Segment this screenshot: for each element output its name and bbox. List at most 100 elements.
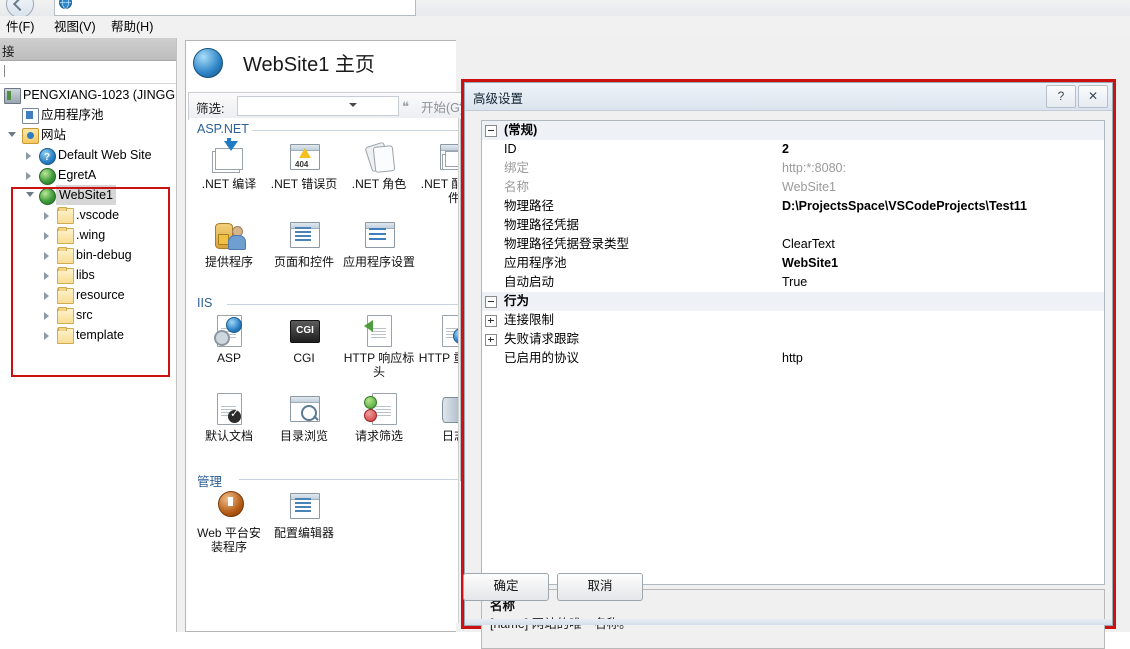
request-filtering-icon: [362, 392, 397, 426]
page-title-text: WebSite1 主页: [243, 54, 375, 76]
close-icon[interactable]: ✕: [1078, 85, 1108, 108]
property-value[interactable]: WebSite1: [782, 178, 836, 197]
tile-request-filtering[interactable]: 请求筛选: [342, 392, 416, 443]
chevron-right-icon[interactable]: [44, 232, 49, 240]
default-document-icon: [212, 392, 246, 426]
chevron-right-icon[interactable]: [44, 312, 49, 320]
filter-input[interactable]: [237, 96, 399, 116]
tile-http-response-headers[interactable]: HTTP 响应标头: [342, 314, 416, 379]
folder-icon: [57, 287, 74, 304]
property-name: 名称: [504, 180, 530, 194]
tree-item-sites[interactable]: 网站: [0, 125, 176, 145]
server-icon: [4, 88, 21, 104]
tile-configuration-editor[interactable]: 配置编辑器: [267, 489, 341, 540]
tile-web-platform-installer[interactable]: Web 平台安装程序: [192, 489, 266, 554]
tile-pages-controls[interactable]: 页面和控件: [267, 218, 341, 269]
plus-expander-icon[interactable]: [485, 315, 497, 327]
dialog-footer-strip: [465, 619, 1112, 625]
property-value[interactable]: True: [782, 273, 807, 292]
menu-item-help[interactable]: 帮助(H): [105, 19, 159, 36]
connections-tree[interactable]: PENGXIANG-1023 (JINGGE 应用程序池 网站 Default …: [0, 85, 176, 630]
chevron-right-icon[interactable]: [44, 292, 49, 300]
tile-app-settings[interactable]: 应用程序设置: [342, 218, 416, 269]
property-row-name[interactable]: 名称 WebSite1: [482, 178, 1104, 197]
tile-providers[interactable]: 提供程序: [192, 218, 266, 269]
sites-folder-icon: [22, 128, 39, 144]
tile-label: CGI: [293, 351, 315, 365]
property-row-enabled-protocols[interactable]: 已启用的协议 http: [482, 349, 1104, 368]
property-row-physical-path[interactable]: 物理路径 D:\ProjectsSpace\VSCodeProjects\Tes…: [482, 197, 1104, 216]
property-value[interactable]: D:\ProjectsSpace\VSCodeProjects\Test11: [782, 197, 1027, 216]
tree-item-website1[interactable]: WebSite1: [0, 185, 176, 205]
tree-item-server[interactable]: PENGXIANG-1023 (JINGGE: [0, 85, 176, 105]
chevron-down-icon[interactable]: [26, 192, 34, 197]
property-value[interactable]: WebSite1: [782, 254, 838, 273]
tile-directory-browsing[interactable]: 目录浏览: [267, 392, 341, 443]
window-chrome-strip: [0, 0, 1130, 18]
tree-item-app-pools[interactable]: 应用程序池: [0, 105, 176, 125]
tile-label: ASP: [216, 351, 241, 365]
menu-bar: 件(F) 视图(V) 帮助(H): [0, 16, 1130, 39]
menu-item-view[interactable]: 视图(V): [48, 19, 102, 36]
property-value[interactable]: 2: [782, 140, 789, 159]
chevron-right-icon[interactable]: [26, 152, 31, 160]
tree-item-libs[interactable]: libs: [0, 265, 176, 285]
tree-item-vscode[interactable]: .vscode: [0, 205, 176, 225]
property-row-failed-request-tracing[interactable]: 失败请求跟踪: [482, 330, 1104, 349]
tile-cgi[interactable]: CGI CGI: [267, 314, 341, 365]
minus-expander-icon[interactable]: [485, 296, 497, 308]
chevron-down-icon[interactable]: [8, 132, 16, 137]
tree-item-default-web-site[interactable]: Default Web Site: [0, 145, 176, 168]
tree-item-bin-debug[interactable]: bin-debug: [0, 245, 176, 265]
tile-net-error-page[interactable]: 404 .NET 错误页: [267, 140, 341, 191]
tree-item-egreta[interactable]: EgretA: [0, 165, 176, 185]
property-row-physical-path-credentials[interactable]: 物理路径凭据: [482, 216, 1104, 235]
ok-button[interactable]: 确定: [463, 573, 549, 601]
property-category-behavior[interactable]: 行为: [482, 292, 1104, 311]
connections-search[interactable]: [0, 61, 176, 84]
property-row-id[interactable]: ID 2: [482, 140, 1104, 159]
go-button[interactable]: 开始(G): [421, 97, 464, 116]
plus-expander-icon[interactable]: [485, 334, 497, 346]
chevron-right-icon[interactable]: [26, 172, 31, 180]
tile-net-compile[interactable]: .NET 编译: [192, 138, 266, 191]
tree-item-src[interactable]: src: [0, 305, 176, 325]
cancel-button[interactable]: 取消: [557, 573, 643, 601]
tile-asp[interactable]: ASP: [192, 314, 266, 365]
chevron-right-icon[interactable]: [44, 272, 49, 280]
tile-label: 页面和控件: [273, 255, 334, 269]
chevron-down-icon[interactable]: [349, 103, 357, 107]
dialog-body: 高级设置 ? ✕ (常规) ID 2 绑定 http:*:8080: 名称 We…: [464, 82, 1113, 649]
address-bar[interactable]: [54, 0, 416, 16]
iis-manager-window: 件(F) 视图(V) 帮助(H) 接 PENGXIANG-1023 (JINGG…: [0, 0, 1130, 649]
property-row-connection-limits[interactable]: 连接限制: [482, 311, 1104, 330]
property-value[interactable]: ClearText: [782, 235, 835, 254]
connections-pane: 接 PENGXIANG-1023 (JINGGE 应用程序池 网站 ? Defa…: [0, 38, 177, 632]
tree-item-label: EgretA: [58, 168, 97, 182]
property-value[interactable]: http:*:8080:: [782, 159, 846, 178]
tree-item-wing[interactable]: .wing: [0, 225, 176, 245]
tile-default-document[interactable]: 默认文档: [192, 392, 266, 443]
tree-item-resource[interactable]: resource: [0, 285, 176, 305]
tree-item-label: Default Web Site: [58, 148, 152, 162]
tile-net-roles[interactable]: .NET 角色: [342, 140, 416, 191]
property-row-application-pool[interactable]: 应用程序池 WebSite1: [482, 254, 1104, 273]
menu-item-file[interactable]: 件(F): [0, 19, 40, 36]
property-name: 物理路径凭据登录类型: [504, 237, 630, 251]
folder-icon: [57, 247, 74, 264]
chevron-right-icon[interactable]: [44, 252, 49, 260]
property-category-general[interactable]: (常规): [482, 121, 1104, 140]
property-value[interactable]: http: [782, 349, 803, 368]
property-row-auto-start[interactable]: 自动启动 True: [482, 273, 1104, 292]
property-row-bindings[interactable]: 绑定 http:*:8080:: [482, 159, 1104, 178]
property-grid[interactable]: (常规) ID 2 绑定 http:*:8080: 名称 WebSite1 物理…: [481, 120, 1105, 585]
tile-label: 请求筛选: [354, 429, 403, 443]
chevron-right-icon[interactable]: [44, 332, 49, 340]
property-row-credentials-logon-type[interactable]: 物理路径凭据登录类型 ClearText: [482, 235, 1104, 254]
minus-expander-icon[interactable]: [485, 125, 497, 137]
tree-item-template[interactable]: template: [0, 325, 176, 345]
chevron-right-icon[interactable]: [44, 212, 49, 220]
tree-item-label: resource: [76, 288, 125, 302]
connections-search-input[interactable]: [2, 63, 174, 82]
question-mark-icon[interactable]: ?: [1046, 85, 1076, 108]
